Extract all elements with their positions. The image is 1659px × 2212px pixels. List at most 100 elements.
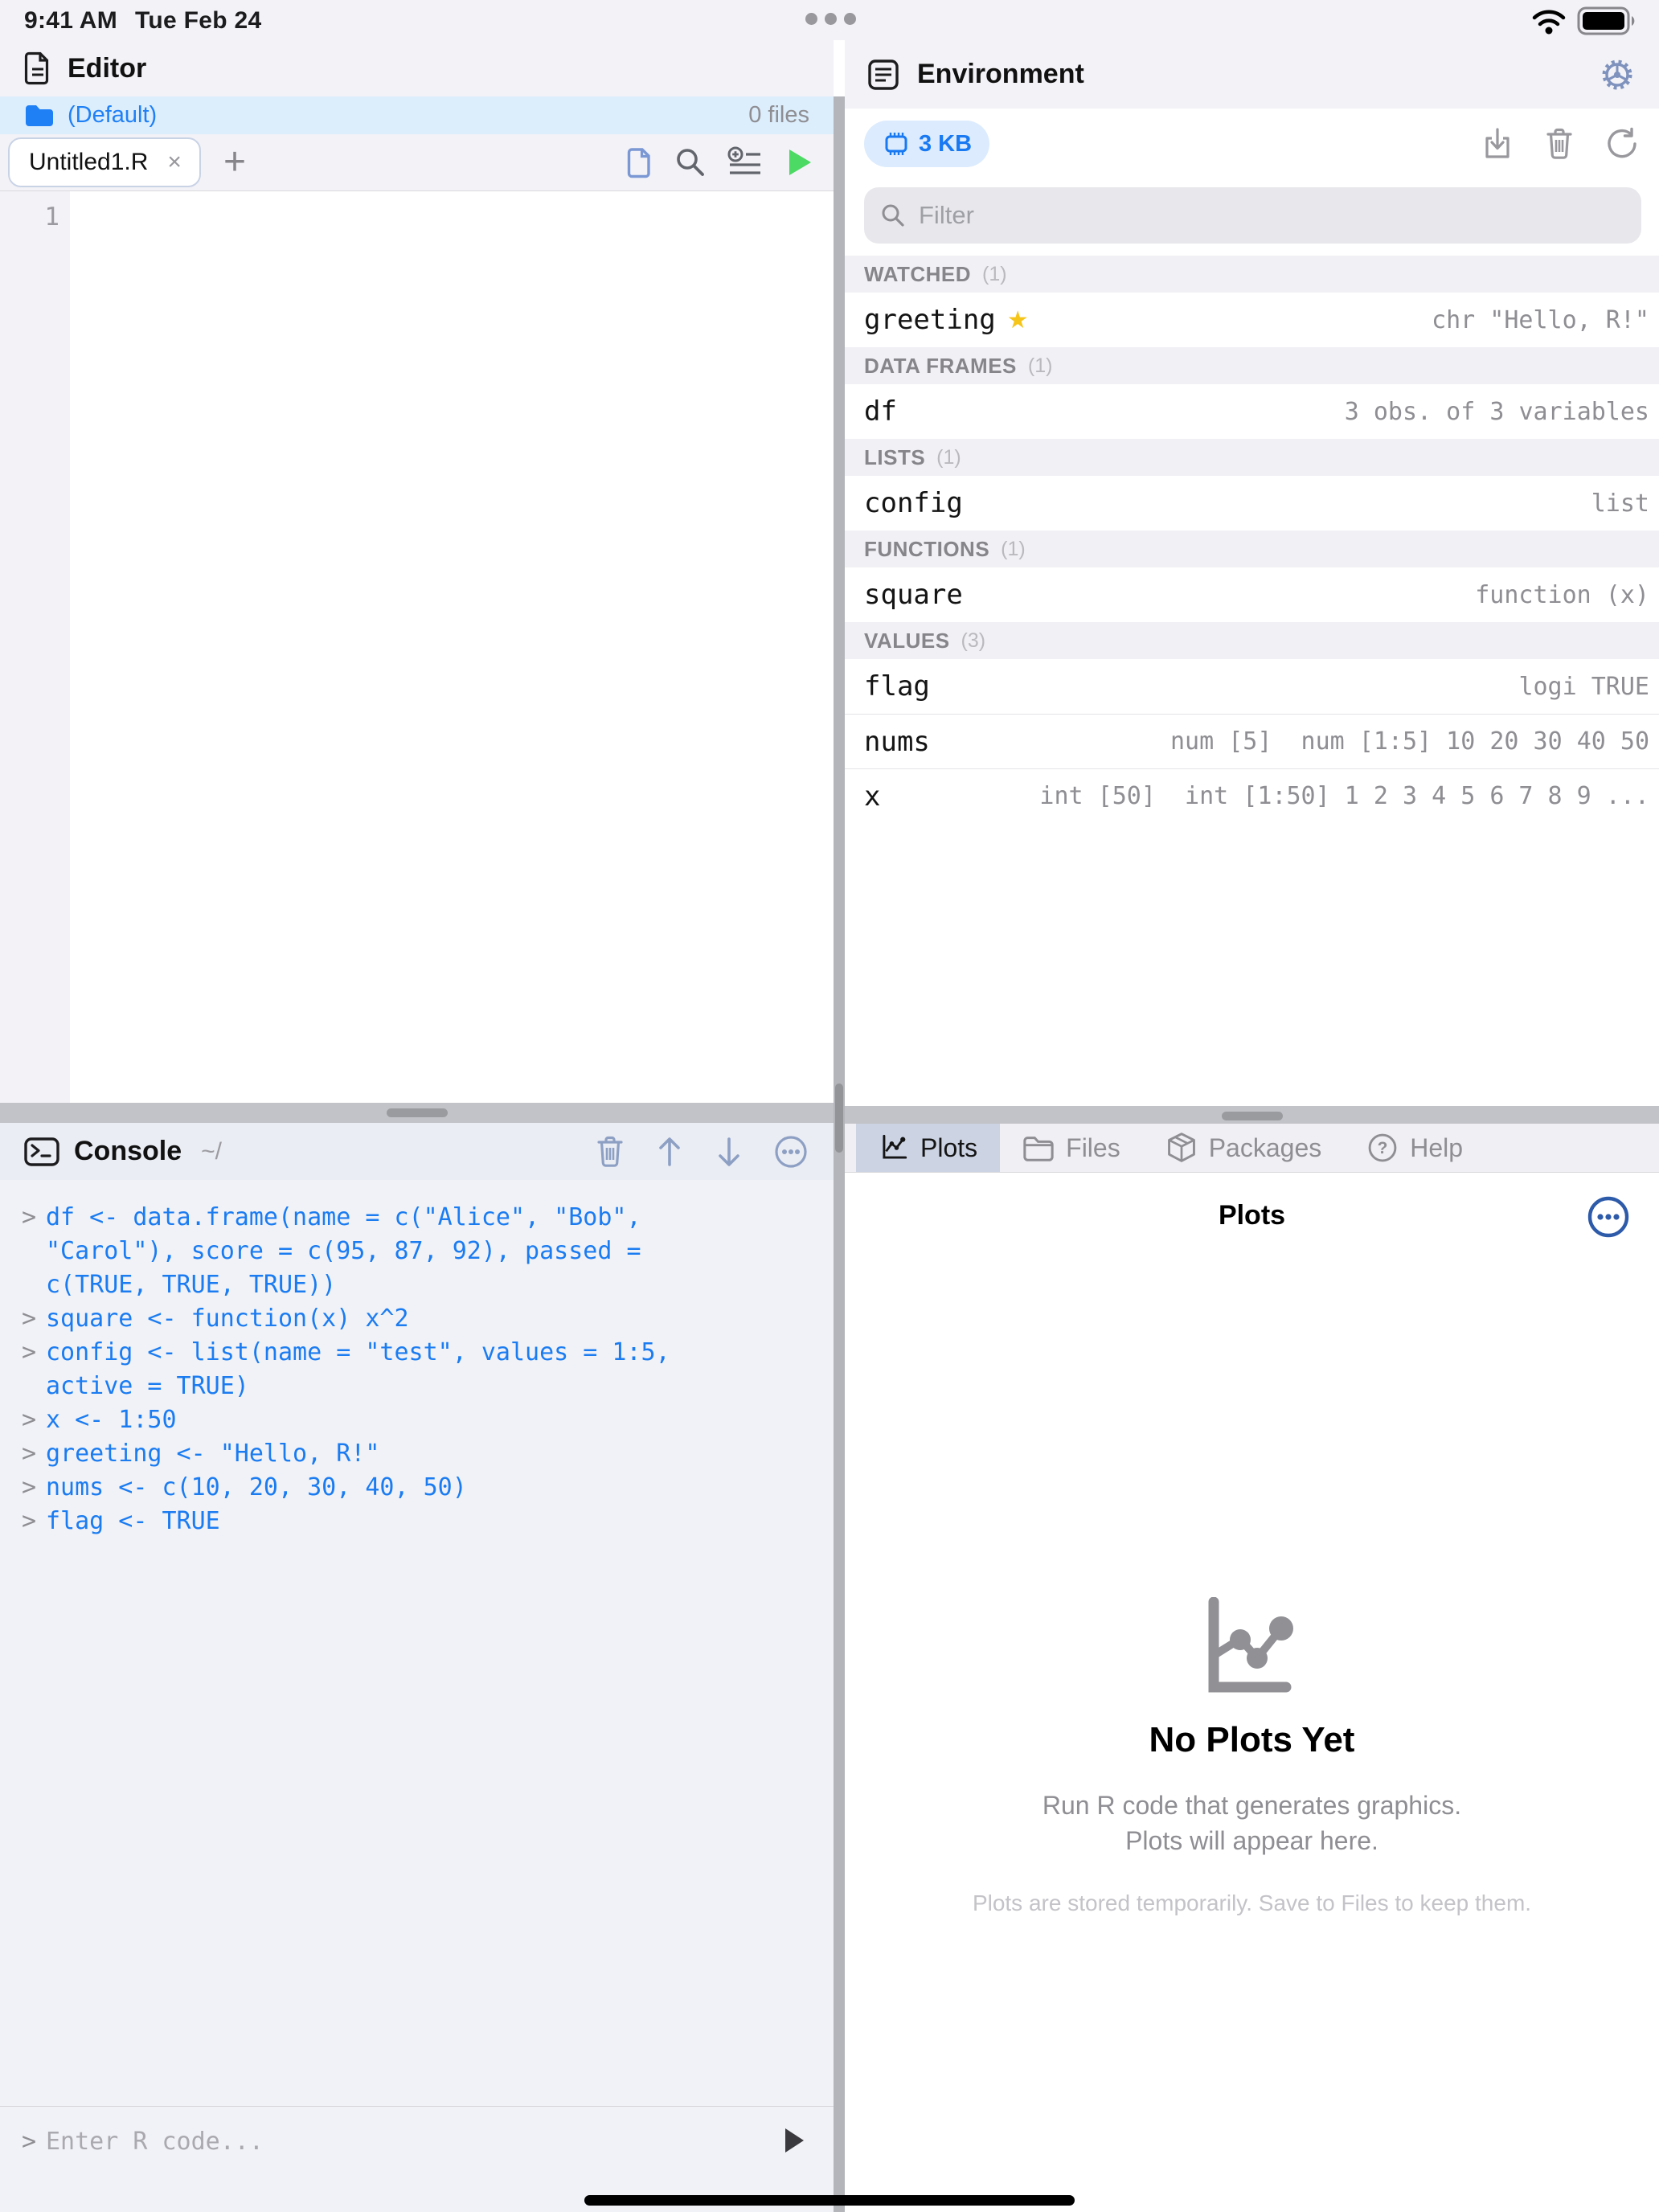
plots-panel: Plots No Plots Yet Run R code that gener… bbox=[845, 1174, 1659, 2212]
console-line: >x <- 1:50 bbox=[22, 1403, 821, 1437]
gear-icon[interactable] bbox=[1598, 55, 1636, 94]
environment-icon bbox=[867, 59, 899, 91]
env-section-header: LISTS(1) bbox=[845, 439, 1659, 476]
tab-untitled1[interactable]: Untitled1.R × bbox=[8, 137, 201, 187]
empty-plot-icon bbox=[1190, 1597, 1315, 1695]
env-variable-row[interactable]: flag logi TRUE bbox=[845, 659, 1659, 714]
tab-plots[interactable]: Plots bbox=[856, 1124, 1000, 1172]
console-code: c(TRUE, TRUE, TRUE)) bbox=[46, 1268, 336, 1302]
env-section-header: VALUES(3) bbox=[845, 622, 1659, 659]
divider-handle[interactable] bbox=[1222, 1112, 1283, 1120]
tab-label: Packages bbox=[1209, 1133, 1322, 1163]
env-variable-row[interactable]: configlist bbox=[845, 476, 1659, 530]
env-variable-name: flag bbox=[864, 670, 930, 703]
search-icon[interactable] bbox=[674, 146, 707, 178]
tab-label: Untitled1.R bbox=[29, 149, 148, 176]
tab-help[interactable]: ?Help bbox=[1344, 1124, 1485, 1172]
env-variable-value: 3 obs. of 3 variables bbox=[1345, 398, 1649, 426]
env-variable-value: logi TRUE bbox=[1518, 673, 1649, 701]
editor-console-divider[interactable] bbox=[0, 1103, 834, 1123]
editor-tab-bar: Untitled1.R × + bbox=[0, 134, 834, 191]
console-prompt: > bbox=[22, 1471, 46, 1505]
star-icon: ★ bbox=[1007, 306, 1029, 334]
svg-text:?: ? bbox=[1378, 1139, 1388, 1157]
insert-icon[interactable] bbox=[727, 146, 763, 178]
env-section-name: DATA FRAMES bbox=[864, 354, 1017, 379]
plots-menu-icon[interactable] bbox=[1587, 1195, 1630, 1239]
input-prompt: > bbox=[22, 2128, 46, 2156]
env-variable-name: x bbox=[864, 780, 880, 813]
console-code: "Carol"), score = c(95, 87, 92), passed … bbox=[46, 1235, 641, 1268]
env-variable-row[interactable]: df3 obs. of 3 variables bbox=[845, 384, 1659, 439]
env-section-header: FUNCTIONS (1) bbox=[845, 530, 1659, 567]
close-tab-icon[interactable]: × bbox=[167, 149, 182, 176]
env-variable-row[interactable]: numsnum [5] num [1:5] 10 20 30 40 50 bbox=[845, 714, 1659, 768]
environment-variable-list: WATCHED(1)greeting★chr "Hello, R!"DATA F… bbox=[845, 256, 1659, 823]
files-count: 0 files bbox=[748, 102, 809, 129]
empty-state-footnote: Plots are stored temporarily. Save to Fi… bbox=[845, 1890, 1659, 1916]
ellipsis-icon[interactable] bbox=[772, 1133, 809, 1170]
memory-chip-icon bbox=[882, 129, 911, 158]
tab-files[interactable]: Files bbox=[1000, 1124, 1143, 1172]
pane-divider-handle[interactable] bbox=[835, 1083, 843, 1153]
project-folder-label: (Default) bbox=[68, 102, 157, 129]
env-variable-name: square bbox=[864, 579, 963, 611]
project-folder-row[interactable]: (Default) 0 files bbox=[0, 96, 834, 134]
trash-icon[interactable] bbox=[594, 1134, 626, 1169]
console-prompt bbox=[22, 1268, 46, 1302]
arrow-down-icon[interactable] bbox=[713, 1134, 745, 1169]
home-indicator[interactable] bbox=[584, 2195, 1075, 2206]
env-variable-name: nums bbox=[864, 726, 930, 758]
env-section-name: FUNCTIONS bbox=[864, 537, 989, 562]
console-line: >df <- data.frame(name = c("Alice", "Bob… bbox=[22, 1201, 821, 1235]
filter-input[interactable]: Filter bbox=[864, 187, 1641, 244]
console-code: active = TRUE) bbox=[46, 1370, 249, 1403]
app-screen: 9:41 AM Tue Feb 24 Editor bbox=[0, 0, 1659, 2212]
console-body[interactable]: > df <- data.frame(name = c("Alice", "Bob… bbox=[0, 1180, 834, 2212]
console-code: greeting <- "Hello, R!" bbox=[46, 1437, 379, 1471]
new-file-icon[interactable] bbox=[626, 145, 653, 180]
console-code: df <- data.frame(name = c("Alice", "Bob"… bbox=[46, 1201, 641, 1235]
env-variable-row[interactable]: squarefunction (x) bbox=[845, 567, 1659, 622]
folder-icon bbox=[1022, 1134, 1055, 1161]
document-icon bbox=[24, 51, 51, 85]
run-input-icon[interactable] bbox=[782, 2127, 806, 2154]
multitask-dots-icon[interactable] bbox=[805, 13, 856, 25]
tab-packages[interactable]: Packages bbox=[1143, 1124, 1345, 1172]
status-date: Tue Feb 24 bbox=[135, 7, 261, 35]
env-section-count: (1) bbox=[1001, 538, 1026, 561]
trash-icon[interactable] bbox=[1543, 126, 1575, 162]
run-icon[interactable] bbox=[784, 146, 814, 178]
env-variable-row[interactable]: xint [50] int [1:50] 1 2 3 4 5 6 7 8 9 .… bbox=[845, 768, 1659, 823]
panel-tab-bar: PlotsFiles Packages ?Help bbox=[845, 1124, 1659, 1173]
console-line: >config <- list(name = "test", values = … bbox=[22, 1336, 821, 1370]
plots-empty-state: No Plots Yet Run R code that generates g… bbox=[845, 1597, 1659, 1916]
env-variable-value: chr "Hello, R!" bbox=[1432, 306, 1649, 334]
env-variable-row[interactable]: greeting★chr "Hello, R!" bbox=[845, 293, 1659, 347]
battery-icon bbox=[1577, 6, 1638, 36]
console-header: Console ~/ bbox=[0, 1123, 834, 1180]
env-section-count: (3) bbox=[961, 629, 986, 653]
empty-state-line2: Plots will appear here. bbox=[845, 1823, 1659, 1858]
env-section-header: WATCHED(1) bbox=[845, 256, 1659, 293]
env-section-name: LISTS bbox=[864, 445, 925, 470]
console-line: >square <- function(x) x^2 bbox=[22, 1302, 821, 1336]
console-line: active = TRUE) bbox=[22, 1370, 821, 1403]
new-tab-button[interactable]: + bbox=[223, 143, 246, 182]
console-line: c(TRUE, TRUE, TRUE)) bbox=[22, 1268, 821, 1302]
editor-body[interactable]: 1 bbox=[0, 191, 834, 1103]
status-time: 9:41 AM bbox=[24, 7, 117, 35]
pane-divider[interactable] bbox=[834, 96, 845, 2212]
console-input-row[interactable]: > Enter R code... bbox=[0, 2107, 834, 2176]
divider-handle[interactable] bbox=[387, 1108, 448, 1117]
console-input-placeholder[interactable]: Enter R code... bbox=[46, 2128, 264, 2156]
environment-header: Environment bbox=[845, 40, 1659, 109]
editor-title: Editor bbox=[68, 53, 146, 84]
environment-plots-pane: Environment 3 KB bbox=[845, 40, 1659, 2212]
console-prompt bbox=[22, 1370, 46, 1403]
arrow-up-icon[interactable] bbox=[653, 1134, 686, 1169]
export-icon[interactable] bbox=[1481, 126, 1514, 162]
env-section-count: (1) bbox=[1028, 354, 1053, 378]
refresh-icon[interactable] bbox=[1604, 126, 1640, 162]
chart-icon bbox=[879, 1133, 909, 1163]
